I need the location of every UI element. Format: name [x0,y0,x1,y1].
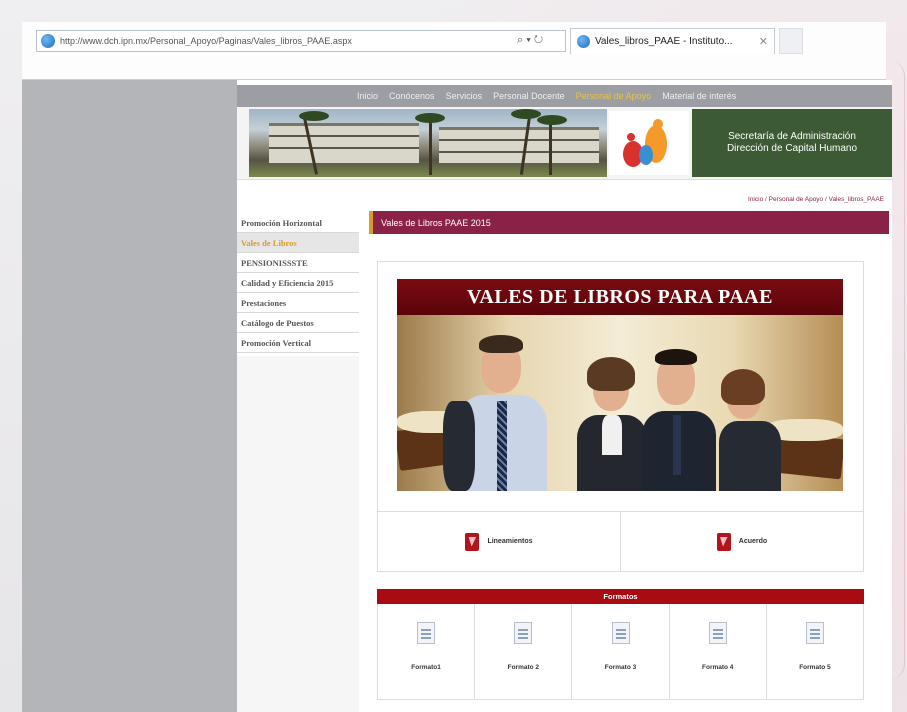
content-header: Vales de Libros PAAE 2015 [369,211,889,234]
sidebar-item-promocion-horizontal[interactable]: Promoción Horizontal [237,213,359,233]
document-icon [805,622,824,644]
left-margin [22,80,237,712]
formatos-row: Formato1 Formato 2 Formato 3 Formato 4 F… [377,604,864,700]
browser-tab[interactable]: Vales_libros_PAAE - Instituto... ✕ [570,28,775,54]
formato-label: Formato 5 [799,664,831,671]
sidebar: Promoción Horizontal Vales de Libros PEN… [237,213,359,353]
banner-title: Secretaría de Administración Dirección d… [692,109,892,177]
nav-item-conocenos[interactable]: Conócenos [389,91,435,101]
document-icon [514,622,533,644]
banner-line-2: Dirección de Capital Humano [726,143,858,154]
document-icon [417,622,436,644]
browser-toolbar: http://www.dch.ipn.mx/Personal_Apoyo/Pag… [22,22,886,80]
hero-banner[interactable]: VALES DE LIBROS PARA PAAE [397,279,843,491]
website: Inicio Conócenos Servicios Personal Doce… [237,80,892,712]
document-icon [611,622,630,644]
formato-label: Formato 3 [604,664,637,671]
hero-panel: VALES DE LIBROS PARA PAAE [377,261,864,512]
breadcrumb[interactable]: Inicio / Personal de Apoyo / Vales_libro… [748,196,884,203]
formato-label: Formato 4 [702,664,734,671]
formato-3[interactable]: Formato 3 [572,604,670,699]
hero-title: VALES DE LIBROS PARA PAAE [397,279,843,315]
sidebar-item-pensionissste[interactable]: PENSIONISSSTE [237,253,359,273]
sidebar-item-catalogo-puestos[interactable]: Catálogo de Puestos [237,313,359,333]
hero-image [397,315,843,491]
documents-row: Lineamientos Acuerdo [377,512,864,572]
tab-favicon-icon [577,35,590,48]
address-url[interactable]: http://www.dch.ipn.mx/Personal_Apoyo/Pag… [60,36,352,46]
campus-photo [249,109,607,177]
pdf-icon [716,532,731,551]
sidebar-item-calidad-eficiencia[interactable]: Calidad y Eficiencia 2015 [237,273,359,293]
close-tab-icon[interactable]: ✕ [759,35,768,48]
doc-lineamientos[interactable]: Lineamientos [378,512,621,571]
doc-label: Lineamientos [487,538,533,545]
nav-item-material[interactable]: Material de interés [662,91,736,101]
document-icon [708,622,727,644]
formato-1[interactable]: Formato1 [378,604,476,699]
formato-5[interactable]: Formato 5 [767,604,863,699]
sidebar-background [237,356,359,712]
formatos-header: Formatos [377,589,864,604]
pdf-icon [465,532,480,551]
new-tab-button[interactable] [779,28,803,54]
sidebar-item-promocion-vertical[interactable]: Promoción Vertical [237,333,359,353]
nav-item-inicio[interactable]: Inicio [357,91,378,101]
address-tools[interactable]: ⌕ ▾ ↻ [517,34,543,47]
top-navigation: Inicio Conócenos Servicios Personal Doce… [237,85,892,107]
family-logo [609,111,689,175]
formato-2[interactable]: Formato 2 [475,604,573,699]
header-banner: Secretaría de Administración Dirección d… [237,107,892,180]
nav-item-personal-docente[interactable]: Personal Docente [493,91,565,101]
globe-icon [41,34,55,48]
address-bar[interactable]: http://www.dch.ipn.mx/Personal_Apoyo/Pag… [36,30,566,52]
formato-label: Formato1 [411,664,441,671]
doc-acuerdo[interactable]: Acuerdo [621,512,863,571]
formato-4[interactable]: Formato 4 [670,604,767,699]
search-refresh-icons[interactable]: ⌕ ▾ ↻ [517,34,543,47]
tab-title: Vales_libros_PAAE - Instituto... [595,36,733,47]
nav-item-personal-apoyo[interactable]: Personal de Apoyo [576,91,652,101]
sidebar-item-prestaciones[interactable]: Prestaciones [237,293,359,313]
sidebar-item-vales-libros[interactable]: Vales de Libros [237,233,359,253]
nav-item-servicios[interactable]: Servicios [446,91,483,101]
formato-label: Formato 2 [507,664,540,671]
banner-line-1: Secretaría de Administración [728,131,856,142]
doc-label: Acuerdo [738,538,768,545]
